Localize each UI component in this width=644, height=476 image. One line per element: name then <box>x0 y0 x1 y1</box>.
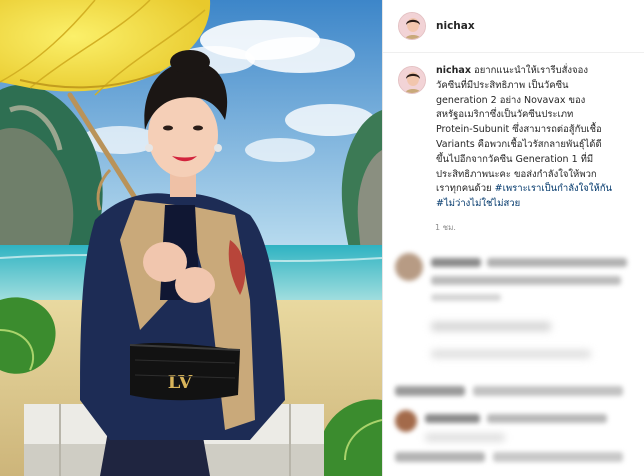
comment-username <box>395 386 465 396</box>
post-side-panel: nichax nichax อยากแนะนำให้เรารีบสั่งจอง … <box>382 0 644 476</box>
caption-line-1: nichax อยากแนะนำให้เรารีบสั่งจอง <box>436 64 636 79</box>
profile-avatar[interactable] <box>398 12 426 40</box>
caption-text-line: อยากแนะนำให้เรารีบสั่งจอง <box>473 65 588 76</box>
caption-line-10: #ไม่ว่างไม่ใช่ไม่สวย <box>436 197 636 212</box>
caption-text-line: สหรัฐอเมริกาซึ่งเป็นวัคซีนประเภท <box>436 109 574 121</box>
comment-username <box>425 414 480 423</box>
comment-avatar <box>395 253 423 281</box>
post-photo[interactable]: LV <box>0 0 382 476</box>
comment-meta <box>431 294 501 301</box>
caption-line-9: เราทุกคนด้วย #เพราะเราเป็นกำลังใจให้กัน <box>436 182 636 197</box>
hashtag-link[interactable]: #เพราะเราเป็นกำลังใจให้กัน <box>495 183 612 194</box>
comment-meta <box>425 434 505 441</box>
comment-text <box>395 452 485 462</box>
caption-text-line: generation 2 อย่าง Novavax ของ <box>436 94 586 106</box>
caption-text-line: วัคซีนที่มีประสิทธิภาพ เป็นวัคซีน <box>436 79 569 91</box>
post-photo-illustration: LV <box>0 0 382 476</box>
post-caption: nichax อยากแนะนำให้เรารีบสั่งจอง วัคซีนท… <box>398 64 638 212</box>
caption-avatar-image <box>399 67 425 93</box>
comment-text <box>431 276 621 285</box>
caption-text: nichax อยากแนะนำให้เรารีบสั่งจอง วัคซีนท… <box>436 64 636 212</box>
instagram-post: LV nichax nichax อยากแนะนำให้เรารีบสั่งจ… <box>0 0 644 476</box>
post-timestamp: 1 ชม. <box>435 223 456 232</box>
comment-text <box>473 386 623 396</box>
header-username[interactable]: nichax <box>436 20 475 32</box>
comment-text <box>493 452 623 462</box>
comment-text <box>431 322 551 331</box>
hashtag-link[interactable]: #ไม่ว่างไม่ใช่ไม่สวย <box>436 198 520 209</box>
caption-username[interactable]: nichax <box>436 65 471 76</box>
comment-text <box>431 350 591 358</box>
caption-text-line: เราทุกคนด้วย <box>436 183 492 195</box>
caption-text-line: ขึ้นไปอีกจากวัคซีน Generation 1 ที่มี <box>436 153 594 165</box>
comment-username <box>431 258 481 267</box>
caption-avatar[interactable] <box>398 66 426 94</box>
comment-text <box>487 414 607 423</box>
svg-text:LV: LV <box>168 372 194 393</box>
caption-text-line: Variants คือพวกเชื้อไวรัสกลายพันธุ์ได้ดี <box>436 138 602 150</box>
caption-text-line: Protein-Subunit ซึ่งสามารถต่อสู้กับเชื้อ <box>436 124 602 136</box>
profile-avatar-image <box>399 13 425 39</box>
caption-text-line: ประสิทธิภาพนะคะ ขอส่งกำลังใจให้พวก <box>436 168 597 180</box>
post-header: nichax <box>383 0 644 53</box>
comment-avatar <box>395 410 417 432</box>
comment-text <box>487 258 627 267</box>
